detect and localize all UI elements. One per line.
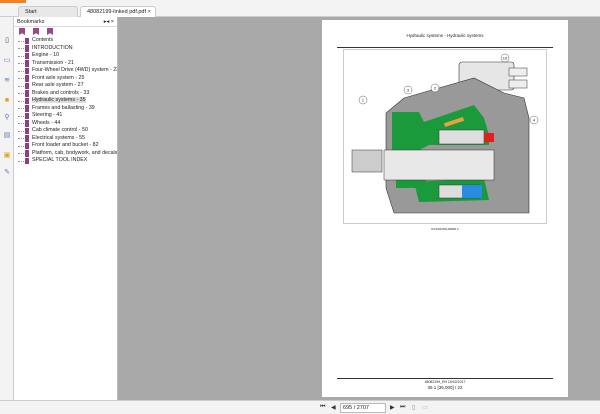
next-page-button[interactable]: ▶	[390, 404, 395, 411]
bookmark-item[interactable]: Contents	[14, 37, 117, 45]
bookmark-item[interactable]: SPECIAL TOOL INDEX	[14, 157, 117, 165]
bookmark-item[interactable]: Frames and ballasting - 39	[14, 105, 117, 113]
bookmark-item[interactable]: Wheels - 44	[14, 120, 117, 128]
bookmark-collapse-icon[interactable]	[47, 28, 53, 35]
tab-document[interactable]: 48082199-linked pdf.pdf ×	[80, 6, 156, 17]
bookmark-item[interactable]: Engine - 10	[14, 52, 117, 60]
pump-figure: 1 3 2 10 4	[343, 49, 547, 224]
bookmark-add-icon[interactable]	[19, 28, 25, 35]
page-icon[interactable]: ▯	[3, 37, 11, 45]
bookmark-expand-icon[interactable]	[33, 28, 39, 35]
bookmark-toolbar	[14, 27, 117, 37]
bookmark-label: Front loader and bucket - 82	[32, 142, 99, 148]
footer-doc-id: 48082199_EN 19/02/2017	[424, 380, 466, 384]
tab-label: 48082199-linked pdf.pdf	[87, 9, 147, 15]
footer-page: 35.1 [35.000] / 22	[427, 385, 463, 390]
bookmark-item[interactable]: Front loader and bucket - 82	[14, 142, 117, 150]
bookmark-label: Cab climate control - 50	[32, 127, 88, 133]
two-page-icon[interactable]: ▭	[422, 404, 428, 411]
bookmark-item[interactable]: Hydraulic systems - 35	[14, 97, 117, 105]
first-page-button[interactable]: ⏮	[320, 404, 325, 411]
bookmark-label: Electrical systems - 55	[32, 134, 85, 141]
bookmark-item[interactable]: Brakes and controls - 33	[14, 90, 117, 98]
bookmark-label: INTRODUCTION	[32, 44, 73, 51]
navigation-bar: ⏮ ◀ 695 / 2707 ▶ ⏭ ▯ ▭	[0, 400, 600, 414]
pump-illustration	[351, 61, 530, 214]
attachment-icon[interactable]: ⚲	[3, 114, 11, 122]
figure-caption: RCPH10WL00800 2	[431, 227, 459, 231]
bookmark-item[interactable]: Transmission - 21	[14, 60, 117, 68]
tab-label: Start	[25, 9, 37, 15]
bookmarks-panel: Bookmarks ▸◂ × Contents INTRODUCTION Engine…	[14, 17, 118, 400]
bookmark-item[interactable]: Front axle system - 25	[14, 75, 117, 83]
bookmark-label: Hydraulic systems - 35	[32, 97, 86, 103]
callout-label: 10	[503, 56, 508, 61]
bookmark-label: Steering - 41	[32, 112, 63, 118]
single-page-icon[interactable]: ▯	[412, 404, 415, 411]
bookmark-list: Contents INTRODUCTION Engine - 10 Transmiss…	[14, 37, 117, 165]
bookmark-label: Rear axle system - 27	[32, 82, 84, 88]
bookmark-label: Transmission - 21	[32, 59, 74, 66]
comments-icon[interactable]: ■	[3, 97, 11, 105]
divider	[337, 47, 553, 48]
side-rail: ▯ ▭ ≋ ■ ⚲ ▤ ▣ ✎	[0, 17, 14, 400]
bookmark-label: SPECIAL TOOL INDEX	[32, 157, 88, 163]
bookmark-item[interactable]: INTRODUCTION	[14, 45, 117, 53]
bookmark-label: Contents	[32, 37, 54, 43]
close-icon[interactable]: ×	[148, 9, 151, 15]
bookmark-item[interactable]: Cab climate control - 50	[14, 127, 117, 135]
bookmark-label: Engine - 10	[32, 52, 60, 58]
bookmark-item[interactable]: Steering - 41	[14, 112, 117, 120]
lock-icon[interactable]: ▣	[3, 152, 11, 160]
last-page-button[interactable]: ⏭	[400, 404, 405, 411]
signature-icon[interactable]: ▤	[3, 132, 11, 140]
tab-bar: Start 48082199-linked pdf.pdf ×	[0, 5, 600, 17]
tab-start[interactable]: Start	[18, 6, 78, 17]
page-header: Hydraulic systems - Hydraulic systems	[406, 33, 484, 38]
app-menu-button[interactable]	[0, 0, 26, 3]
divider	[337, 378, 553, 379]
bookmarks-title: Bookmarks	[17, 19, 45, 25]
bookmark-item[interactable]: Four-Wheel Drive (4WD) system - 23	[14, 67, 117, 75]
layers-icon[interactable]: ≋	[3, 77, 11, 85]
bookmark-item[interactable]: Electrical systems - 55	[14, 135, 117, 143]
bookmark-label: Brakes and controls - 33	[32, 89, 90, 96]
pdf-page: Hydraulic systems - Hydraulic systems 1 …	[322, 20, 568, 397]
panel-controls[interactable]: ▸◂ ×	[104, 19, 114, 25]
bookmark-item[interactable]: Rear axle system - 27	[14, 82, 117, 90]
bookmark-item[interactable]: Platform, cab, bodywork, and decals - 90	[14, 150, 117, 158]
prev-page-button[interactable]: ◀	[331, 404, 336, 411]
tools-icon[interactable]: ✎	[3, 169, 11, 177]
bookmark-label: Front axle system - 25	[32, 74, 85, 81]
bookmark-label: Frames and ballasting - 39	[32, 104, 95, 111]
bookmark-label: Four-Wheel Drive (4WD) system - 23	[32, 67, 117, 73]
bookmark-label: Platform, cab, bodywork, and decals - 90	[32, 149, 117, 156]
thumbnails-icon[interactable]: ▭	[3, 57, 11, 65]
bookmark-label: Wheels - 44	[32, 119, 61, 126]
page-number-input[interactable]: 695 / 2707	[340, 403, 386, 413]
